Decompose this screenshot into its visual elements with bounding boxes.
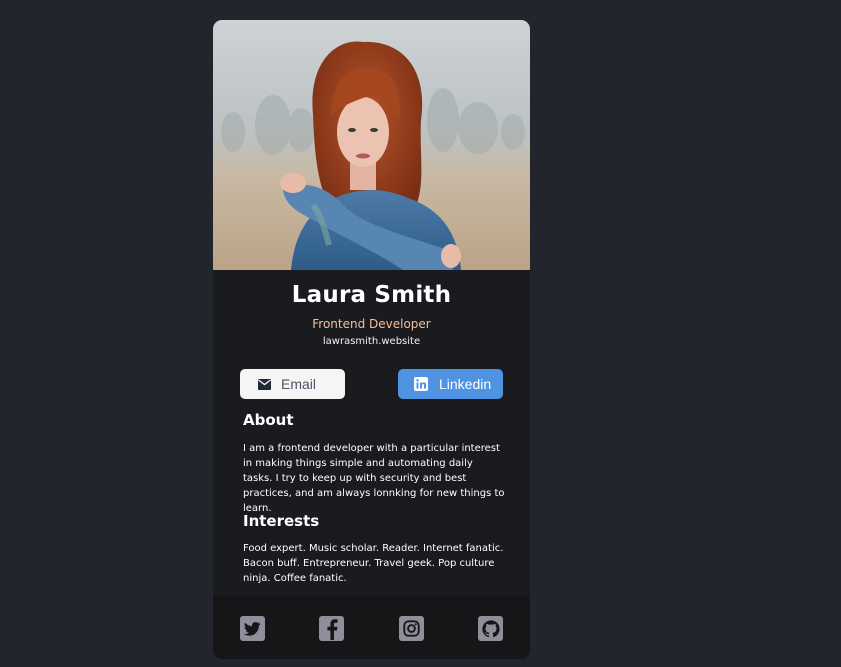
social-footer [213,596,530,659]
twitter-icon[interactable] [240,616,265,641]
email-button-label: Email [281,376,317,392]
profile-name: Laura Smith [291,282,452,308]
profile-card: Laura Smith Frontend Developer lawrasmit… [213,20,530,659]
about-text: I am a frontend developer with a particu… [243,443,505,514]
about-heading: About [243,411,294,429]
profile-website-link[interactable]: lawrasmith.website [213,336,530,347]
interests-text: Food expert. Music scholar. Reader. Inte… [243,543,504,584]
profile-role: Frontend Developer [312,317,431,331]
github-icon[interactable] [478,616,503,641]
linkedin-button[interactable]: Linkedin [398,369,503,399]
envelope-icon [258,378,271,390]
linkedin-button-label: Linkedin [439,376,492,392]
linkedin-icon [414,377,428,391]
profile-photo [213,20,530,270]
interests-heading: Interests [243,512,320,530]
instagram-icon[interactable] [399,616,424,641]
facebook-icon[interactable] [319,616,344,641]
email-button[interactable]: Email [240,369,345,399]
